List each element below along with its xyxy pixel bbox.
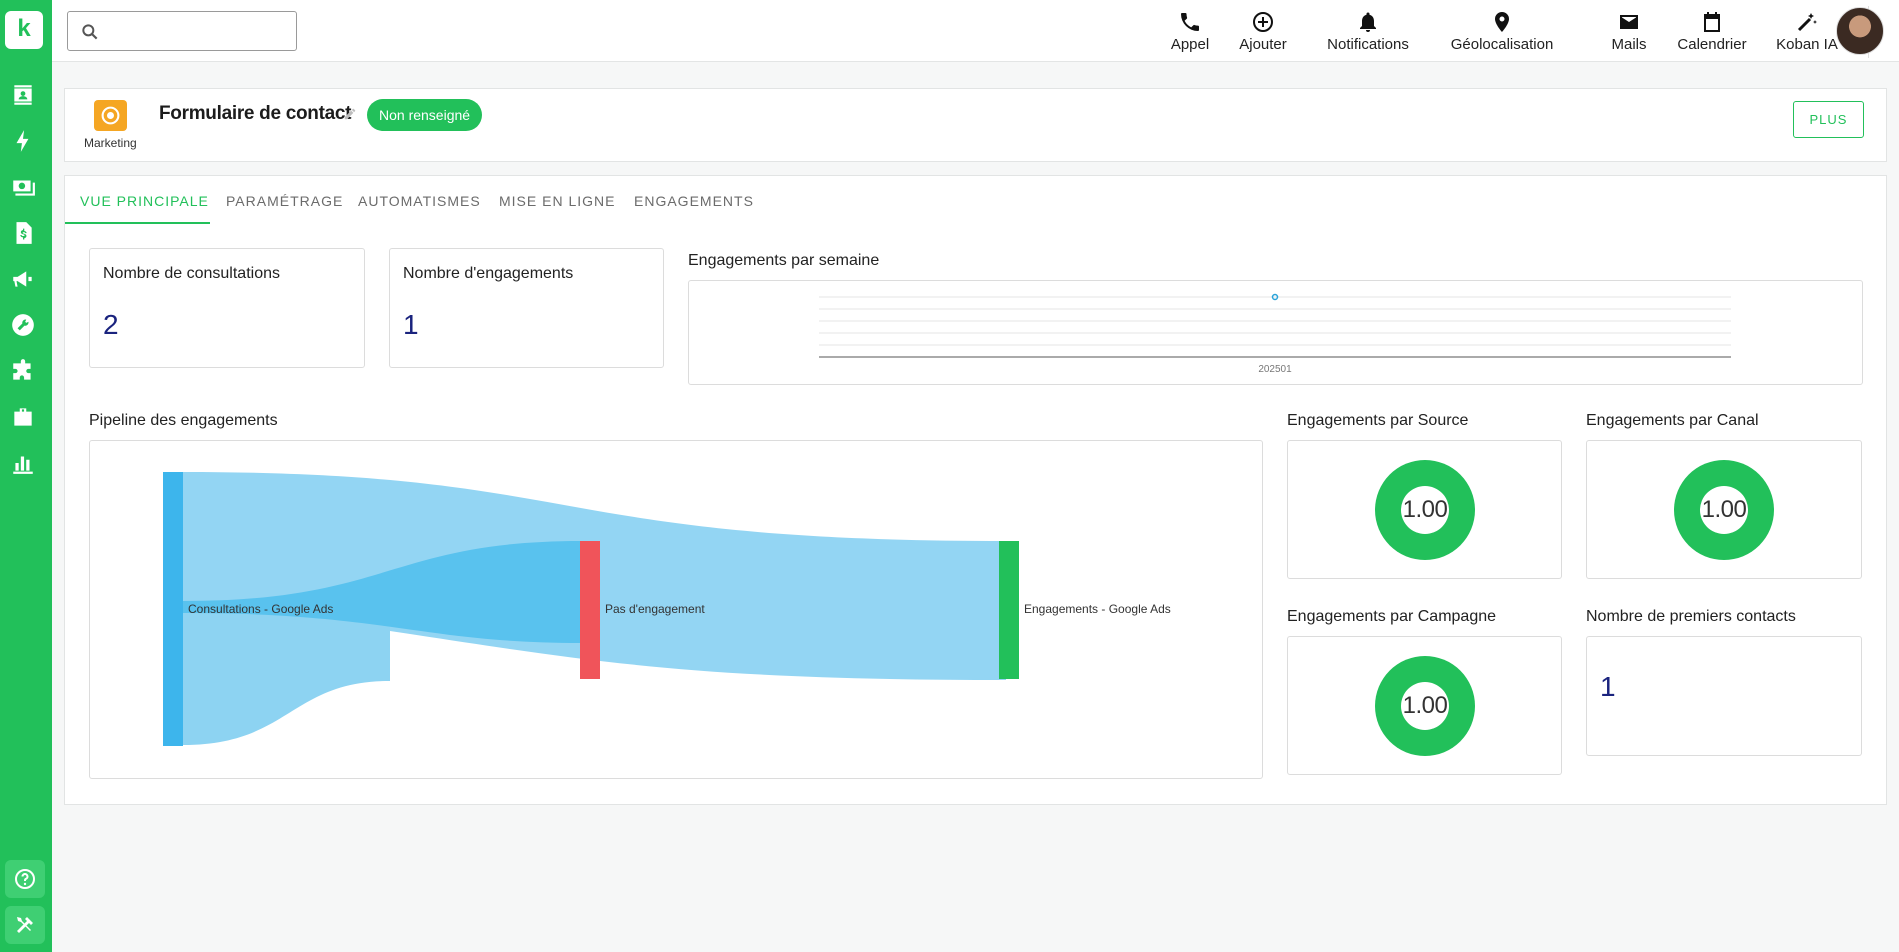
tab-automatismes[interactable]: AUTOMATISMES: [358, 193, 481, 209]
top-bar: Appel Ajouter Notifications Géolocalisat…: [52, 0, 1899, 62]
kpi-engagements: Nombre d'engagements 1: [389, 248, 664, 368]
pipeline-chart: Consultations - Google Ads Pas d'engagem…: [89, 440, 1263, 779]
donut-source-title: Engagements par Source: [1287, 412, 1469, 429]
chart-icon[interactable]: [10, 450, 36, 476]
search-box[interactable]: [67, 11, 297, 51]
mail-icon: [1620, 15, 1638, 29]
active-tab-indicator: [65, 222, 210, 224]
chart-grid: [819, 296, 1731, 358]
nav-calendrier[interactable]: Calendrier: [1670, 10, 1754, 53]
sankey-label-consultations: Consultations - Google Ads: [188, 602, 334, 616]
nav-label: Appel: [1170, 36, 1210, 53]
kpi-value: 1: [1600, 671, 1616, 702]
donut-canal[interactable]: 1.00: [1674, 460, 1774, 560]
briefcase-icon[interactable]: [10, 404, 36, 430]
add-circle-icon: [1253, 12, 1273, 32]
wrench-icon[interactable]: [10, 312, 36, 338]
nav-label: Koban IA: [1776, 36, 1838, 53]
kpi-label: Nombre d'engagements: [403, 265, 574, 282]
tab-bar: VUE PRINCIPALE PARAMÉTRAGE AUTOMATISMES …: [65, 176, 1886, 224]
donut-canal-box: 1.00: [1586, 440, 1862, 579]
donut-canal-title: Engagements par Canal: [1586, 412, 1759, 429]
tools-icon[interactable]: [5, 906, 45, 944]
weekly-chart-title: Engagements par semaine: [688, 252, 880, 269]
nav-label: Géolocalisation: [1450, 36, 1554, 53]
flow-consult-bottom: [183, 611, 390, 745]
pipeline-title: Pipeline des engagements: [89, 412, 278, 429]
megaphone-icon[interactable]: [10, 266, 36, 292]
calendar-icon: [1704, 12, 1720, 32]
nav-geolocalisation[interactable]: Géolocalisation: [1436, 10, 1568, 53]
invoice-icon[interactable]: [10, 220, 36, 246]
kpi-consultations: Nombre de consultations 2: [89, 248, 365, 368]
sankey-label-engagements: Engagements - Google Ads: [1024, 602, 1171, 616]
node-engagements[interactable]: [999, 541, 1019, 679]
help-icon[interactable]: [5, 860, 45, 898]
nav-ajouter[interactable]: Ajouter: [1230, 10, 1296, 53]
status-badge[interactable]: Non renseigné: [367, 99, 483, 131]
premiers-contacts-title: Nombre de premiers contacts: [1586, 608, 1796, 625]
weekly-chart: 202501: [688, 280, 1863, 385]
donut-campagne[interactable]: 1.00: [1375, 656, 1475, 756]
x-tick-label: 202501: [1258, 364, 1292, 375]
lightning-icon[interactable]: [10, 128, 36, 154]
nav-mails[interactable]: Mails: [1604, 10, 1654, 53]
donut-value: 1.00: [1701, 496, 1747, 523]
nav-appel[interactable]: Appel: [1165, 10, 1215, 53]
puzzle-icon[interactable]: [10, 358, 36, 384]
sidebar: k: [0, 0, 52, 952]
kpi-value: 1: [403, 309, 419, 340]
money-icon[interactable]: [10, 174, 36, 200]
nav-label: Notifications: [1327, 36, 1409, 53]
form-header: Marketing Formulaire de contact Non rens…: [64, 88, 1887, 162]
node-pas-engagement[interactable]: [580, 541, 600, 679]
donut-source[interactable]: 1.00: [1375, 460, 1475, 560]
user-avatar[interactable]: [1836, 7, 1884, 55]
nav-label: Mails: [1611, 36, 1647, 53]
marketing-icon: [94, 100, 127, 131]
search-icon: [82, 24, 98, 40]
tab-parametrage[interactable]: PARAMÉTRAGE: [226, 193, 343, 209]
bell-icon: [1360, 12, 1376, 32]
kpi-value: 2: [103, 309, 119, 340]
page-title: Formulaire de contact: [159, 103, 352, 124]
location-pin-icon: [1495, 12, 1509, 32]
tab-vue-principale[interactable]: VUE PRINCIPALE: [80, 193, 209, 209]
donut-campagne-box: 1.00: [1287, 636, 1562, 775]
nav-label: Ajouter: [1239, 36, 1287, 53]
donut-source-box: 1.00: [1287, 440, 1562, 579]
donut-value: 1.00: [1402, 692, 1448, 719]
kpi-label: Nombre de consultations: [103, 265, 280, 282]
tab-mise-en-ligne[interactable]: MISE EN LIGNE: [499, 193, 615, 209]
tab-engagements[interactable]: ENGAGEMENTS: [634, 193, 754, 209]
app-logo[interactable]: k: [5, 11, 43, 49]
more-button[interactable]: PLUS: [1793, 101, 1864, 138]
edit-pencil-icon[interactable]: [343, 107, 357, 121]
category-label: Marketing: [84, 136, 137, 150]
node-consultations[interactable]: [163, 472, 183, 746]
main-panel: VUE PRINCIPALE PARAMÉTRAGE AUTOMATISMES …: [64, 175, 1887, 805]
contacts-icon[interactable]: [10, 82, 36, 108]
weekly-chart-svg: 202501: [819, 293, 1731, 375]
donut-value: 1.00: [1402, 496, 1448, 523]
search-input[interactable]: [108, 20, 288, 42]
donut-campagne-title: Engagements par Campagne: [1287, 608, 1497, 625]
nav-koban-ia[interactable]: Koban IA: [1771, 10, 1843, 53]
phone-icon: [1181, 13, 1199, 31]
sankey-label-pas-engagement: Pas d'engagement: [605, 602, 705, 616]
kpi-premiers-contacts: 1: [1586, 636, 1862, 756]
magic-wand-icon: [1797, 13, 1817, 32]
nav-notifications[interactable]: Notifications: [1312, 10, 1424, 53]
nav-label: Calendrier: [1677, 36, 1747, 53]
